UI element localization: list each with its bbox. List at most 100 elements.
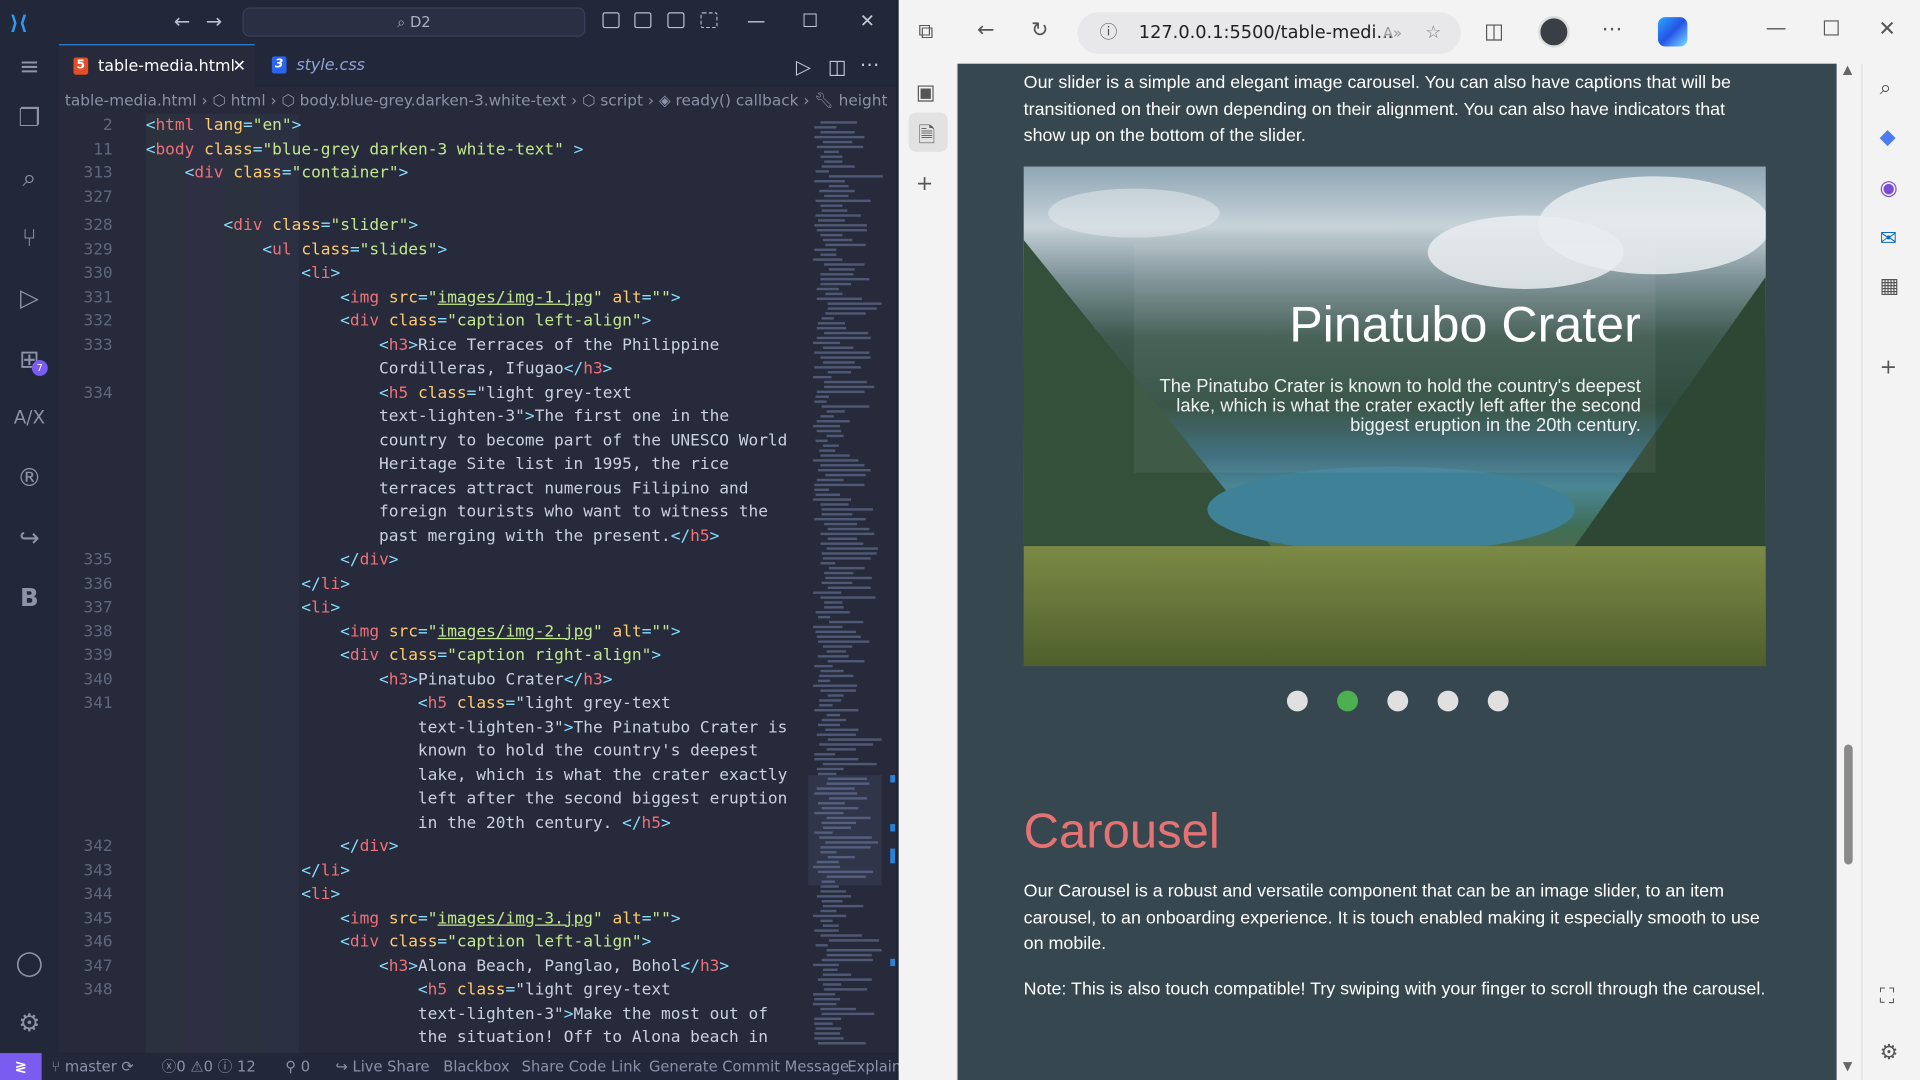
refresh-icon[interactable]: ↻	[1031, 18, 1048, 42]
back-icon[interactable]: ←	[977, 18, 994, 42]
code-line[interactable]: Cordilleras, Ifugao</h3>	[59, 358, 808, 382]
status-generate-commit[interactable]: Generate Commit Message	[649, 1053, 849, 1080]
tab-table-media-html[interactable]: 5 table-media.html ✕	[58, 44, 255, 88]
code-line[interactable]: the situation! Off to Alona beach in	[59, 1026, 808, 1050]
tools-icon[interactable]: ▦	[1880, 274, 1900, 298]
code-line[interactable]: 334 <h5 class="light grey-text	[59, 381, 808, 405]
run-icon[interactable]: ▷	[796, 55, 811, 78]
code-line[interactable]: 328 <div class="slider">	[59, 214, 808, 238]
close-icon[interactable]: ✕	[860, 10, 875, 32]
problems-indicator[interactable]: ⓧ0 ⚠0 ⓘ 12	[162, 1053, 256, 1080]
search-icon[interactable]: ⌕	[1880, 76, 1892, 100]
code-line[interactable]: 347 <h3>Alona Beach, Panglao, Bohol</h3>	[59, 954, 808, 978]
breadcrumb-item[interactable]: ◈ ready() callback	[659, 91, 799, 109]
screenshot-icon[interactable]: ⛶	[1880, 984, 1895, 1008]
code-line[interactable]: 343 </li>	[59, 859, 808, 883]
breadcrumb-item[interactable]: ⬡ body.blue-grey.darken-3.white-text	[281, 91, 566, 109]
code-line[interactable]: 329 <ul class="slides">	[59, 238, 808, 262]
code-line[interactable]: text-lighten-3">The first one in the	[59, 405, 808, 429]
breadcrumb-item[interactable]: ⬡ html	[212, 91, 265, 109]
code-line[interactable]: Heritage Site list in 1995, the rice	[59, 453, 808, 477]
workspaces-icon[interactable]: ⧉	[918, 20, 933, 44]
sidebar-settings-icon[interactable]: ⚙	[1880, 1041, 1899, 1065]
blackbox-icon[interactable]: B	[12, 580, 46, 614]
search-icon[interactable]: ⌕	[12, 160, 46, 194]
ai-icon[interactable]: A/X	[12, 400, 46, 434]
status-blackbox[interactable]: Blackbox	[443, 1053, 509, 1080]
code-editor[interactable]: 2 <html lang="en"> 11 <body class="blue-gre…	[59, 113, 808, 1054]
maximize-icon[interactable]: ☐	[802, 10, 818, 32]
code-line[interactable]: 335 </div>	[59, 549, 808, 573]
slider-indicator-dot[interactable]	[1387, 690, 1409, 712]
tag-icon[interactable]: ◆	[1880, 125, 1896, 149]
scroll-down-icon[interactable]: ▼	[1843, 1060, 1852, 1073]
slider-indicator-dot[interactable]	[1286, 690, 1308, 712]
tab-actions-icon[interactable]: ▣	[916, 81, 936, 105]
code-line[interactable]: text-lighten-3">The Pinatubo Crater is	[59, 716, 808, 740]
outlook-icon[interactable]: ✉	[1880, 227, 1897, 251]
code-line[interactable]: 344 <li>	[59, 883, 808, 907]
code-line[interactable]: 338 <img src="images/img-2.jpg" alt="">	[59, 620, 808, 644]
add-sidebar-app-icon[interactable]: +	[1880, 355, 1897, 379]
address-bar[interactable]: ⓘ 127.0.0.1:5500/table-medi... A» ☆	[1077, 12, 1461, 54]
code-line[interactable]: in the 20th century. </h5>	[59, 811, 808, 835]
more-menu-icon[interactable]: ⋯	[1602, 17, 1623, 41]
code-line[interactable]: text-lighten-3">Make the most out of	[59, 1002, 808, 1026]
breadcrumb-item[interactable]: ⬡ script	[582, 91, 643, 109]
back-arrow-icon[interactable]: ←	[174, 10, 190, 33]
code-line[interactable]: terraces attract numerous Filipino and	[59, 477, 808, 501]
code-line[interactable]: 348 <h5 class="light grey-text	[59, 978, 808, 1002]
close-icon[interactable]: ✕	[1878, 17, 1895, 41]
breadcrumb-item[interactable]: table-media.html	[65, 91, 197, 109]
minimap-viewport[interactable]	[808, 775, 882, 886]
code-line[interactable]: 327	[59, 186, 808, 207]
customize-layout-icon[interactable]	[700, 12, 718, 29]
remote-indicator-icon[interactable]: ≷	[0, 1053, 42, 1080]
code-line[interactable]: 2 <html lang="en">	[59, 114, 808, 138]
slider-indicator-dot[interactable]	[1437, 690, 1459, 712]
toggle-sidebar-icon[interactable]	[602, 12, 620, 29]
page-scrollbar[interactable]: ▲ ▼	[1836, 63, 1862, 1080]
scroll-thumb[interactable]	[1844, 744, 1853, 865]
code-line[interactable]: 346 <div class="caption left-align">	[59, 931, 808, 955]
code-line[interactable]: 330 <li>	[59, 262, 808, 286]
code-line[interactable]: 11 <body class="blue-grey darken-3 white-…	[59, 138, 808, 162]
remote-icon[interactable]: ®	[12, 460, 46, 494]
maximize-icon[interactable]: ☐	[1822, 17, 1841, 41]
code-line[interactable]: 341 <h5 class="light grey-text	[59, 692, 808, 716]
explorer-icon[interactable]: ❐	[12, 100, 46, 134]
profile-avatar[interactable]	[1537, 15, 1570, 48]
split-screen-icon[interactable]: ◫	[1484, 20, 1504, 44]
code-line[interactable]: 313 <div class="container">	[59, 162, 808, 186]
status-share-code-link[interactable]: Share Code Link	[522, 1053, 641, 1080]
source-control-icon[interactable]: ⑂	[12, 220, 46, 254]
toggle-secondary-sidebar-icon[interactable]	[667, 12, 685, 29]
code-line[interactable]: lake, which is what the crater exactly	[59, 763, 808, 787]
toggle-panel-icon[interactable]	[634, 12, 652, 29]
new-tab-icon[interactable]: +	[916, 171, 933, 195]
forward-arrow-icon[interactable]: →	[206, 10, 222, 33]
editor-scrollbar[interactable]	[884, 113, 897, 1054]
settings-gear-icon[interactable]: ⚙	[12, 1005, 46, 1039]
code-line[interactable]: known to hold the country's deepest	[59, 740, 808, 764]
slider-indicator-dot[interactable]	[1337, 690, 1358, 712]
copilot-icon[interactable]	[1657, 17, 1688, 47]
minimize-icon[interactable]: —	[747, 10, 765, 32]
ports-indicator[interactable]: ⚲ 0	[285, 1053, 310, 1080]
close-tab-icon[interactable]: ✕	[233, 45, 246, 88]
scroll-up-icon[interactable]: ▲	[1843, 64, 1852, 77]
breadcrumb-item[interactable]: 🔧︎ height	[814, 91, 887, 109]
status-explain[interactable]: Explain	[847, 1053, 901, 1080]
minimize-icon[interactable]: —	[1766, 16, 1787, 40]
code-line[interactable]: 333 <h3>Rice Terraces of the Philippine	[59, 334, 808, 358]
active-tab-page[interactable]: 🗎︎	[908, 112, 948, 152]
read-aloud-icon[interactable]: A»	[1383, 12, 1402, 54]
accounts-icon[interactable]: ◯	[12, 945, 46, 979]
code-line[interactable]: 336 </li>	[59, 572, 808, 596]
code-line[interactable]: past merging with the present.</h5>	[59, 525, 808, 549]
code-line[interactable]: foreign tourists who want to witness the	[59, 501, 808, 525]
code-line[interactable]: 340 <h3>Pinatubo Crater</h3>	[59, 668, 808, 692]
code-line[interactable]: 345 <img src="images/img-3.jpg" alt="">	[59, 907, 808, 931]
site-info-icon[interactable]: ⓘ	[1100, 12, 1118, 54]
minimap[interactable]	[808, 113, 883, 1054]
